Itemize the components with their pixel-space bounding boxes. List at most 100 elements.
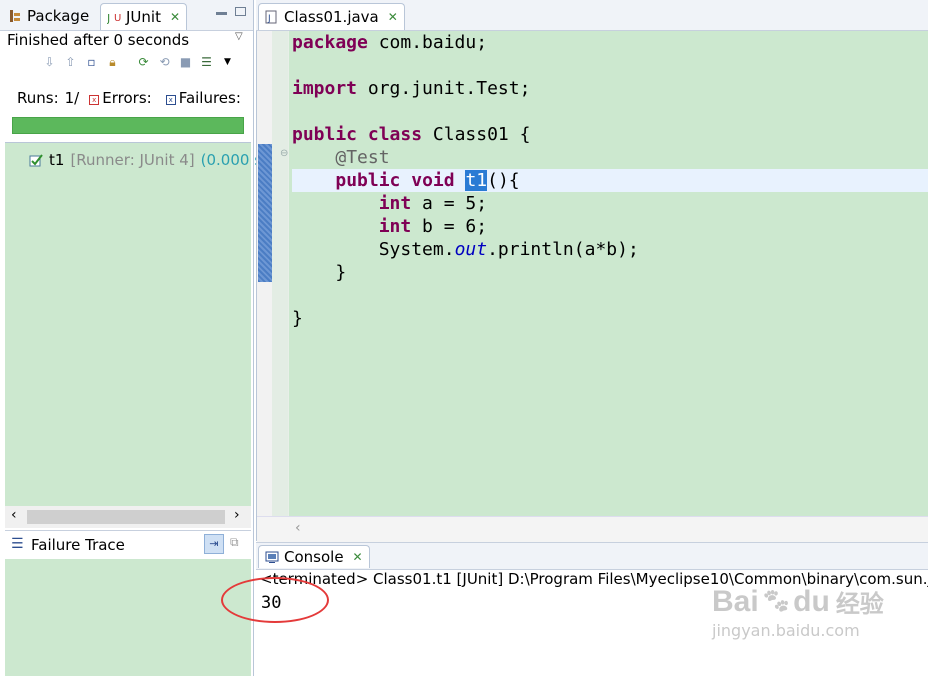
editor-tab-bar: J Class01.java ✕ <box>256 0 928 31</box>
failure-trace-header: ☰ Failure Trace ⇥ ⧉ <box>5 530 251 560</box>
code-line: int b = 6; <box>292 215 928 238</box>
console-tab-label: Console <box>284 548 344 566</box>
test-runner: [Runner: JUnit 4] <box>70 151 195 169</box>
close-icon[interactable]: ✕ <box>388 10 398 24</box>
runs-value: 1/ <box>64 89 80 107</box>
close-icon[interactable]: ✕ <box>353 550 363 564</box>
code-line: import org.junit.Test; <box>292 77 928 100</box>
keyword: void <box>411 170 455 191</box>
package-explorer-icon <box>8 9 22 23</box>
failure-trace-body <box>5 559 251 676</box>
horizontal-scrollbar[interactable]: ‹ › <box>5 506 251 528</box>
run-counters: Runs: 1/ x Errors: x Failures: <box>17 89 241 107</box>
selected-method-name: t1 <box>465 170 488 191</box>
code-text-segment: (){ <box>487 170 520 191</box>
rerun-test-icon[interactable]: ⟳ <box>136 55 151 70</box>
watermark-url: jingyan.baidu.com <box>712 621 860 640</box>
test-name: t1 <box>49 151 65 169</box>
baidu-jingyan-watermark: Bai 🐾︎ du 经验 jingyan.baidu.com <box>712 584 884 641</box>
code-text-segment: .println(a*b); <box>487 239 639 260</box>
test-tree-item[interactable]: t1 [Runner: JUnit 4] (0.000 s) <box>29 151 268 169</box>
keyword: public <box>335 170 401 191</box>
scroll-left-icon[interactable]: ‹ <box>11 507 17 523</box>
console-tab-bar: Console ✕ <box>256 542 928 570</box>
stop-icon[interactable]: ■ <box>178 55 193 70</box>
show-failures-only-icon[interactable]: ▫ <box>84 55 99 70</box>
code-text-segment: System. <box>378 239 455 260</box>
code-text-segment: org.junit.Test; <box>357 78 531 99</box>
code-text-segment: } <box>335 262 347 283</box>
code-text-segment: b = 6; <box>411 216 488 237</box>
code-line: public class Class01 { <box>292 123 928 146</box>
code-line: int a = 5; <box>292 192 928 215</box>
highlight-circle-annotation <box>221 577 329 623</box>
test-tree: t1 [Runner: JUnit 4] (0.000 s) <box>5 142 268 507</box>
code-text[interactable]: package com.baidu; import org.junit.Test… <box>292 31 928 330</box>
left-tab-bar: Package JU JUnit ✕ <box>0 0 253 31</box>
watermark-brand-2: du <box>793 584 830 618</box>
errors-label: Errors: <box>102 89 152 107</box>
scroll-right-icon[interactable]: › <box>234 507 240 523</box>
paw-icon: 🐾︎ <box>760 588 792 615</box>
test-passed-icon <box>29 153 43 167</box>
tab-junit-label: JUnit <box>126 8 161 26</box>
tab-junit[interactable]: JU JUnit ✕ <box>100 3 188 30</box>
fold-collapse-icon[interactable]: ⊖ <box>280 148 288 159</box>
error-icon: x <box>89 95 100 105</box>
current-code-line: public void t1(){ <box>292 169 928 192</box>
code-text-segment: } <box>292 308 303 329</box>
minimize-icon[interactable] <box>216 12 227 15</box>
code-editor[interactable]: ⊖ package com.baidu; import org.junit.Te… <box>256 31 928 542</box>
keyword: class <box>367 124 423 145</box>
keyword: int <box>378 216 412 237</box>
junit-view: Package JU JUnit ✕ Finished after 0 seco… <box>0 0 268 676</box>
tab-package[interactable]: Package <box>2 3 95 29</box>
keyword: import <box>292 78 358 99</box>
keyword: package <box>292 32 368 53</box>
junit-status: Finished after 0 seconds <box>7 31 190 49</box>
close-icon[interactable]: ✕ <box>170 10 180 24</box>
failure-trace-icon: ☰ <box>11 536 24 552</box>
tab-class01-java[interactable]: J Class01.java ✕ <box>258 3 405 30</box>
failures-counter: x Failures: <box>165 89 241 107</box>
chevron-down-icon[interactable]: ▼ <box>220 55 235 70</box>
tab-console[interactable]: Console ✕ <box>258 545 370 568</box>
scroll-left-icon[interactable]: ‹ <box>295 520 301 536</box>
console-icon <box>265 550 279 564</box>
test-progress-bar <box>12 117 244 134</box>
static-field: out <box>454 239 488 260</box>
code-line: package com.baidu; <box>292 31 928 54</box>
editor-horizontal-scrollbar[interactable]: ‹ <box>257 516 928 542</box>
failure-icon: x <box>165 95 176 105</box>
editor-tab-label: Class01.java <box>284 8 379 26</box>
code-text-segment: Class01 { <box>422 124 531 145</box>
code-line: System.out.println(a*b); <box>292 238 928 261</box>
code-line: } <box>292 307 928 330</box>
scrollbar-thumb[interactable] <box>27 510 225 524</box>
test-run-history-icon[interactable]: ☰ <box>199 55 214 70</box>
code-text-segment: com.baidu; <box>367 32 488 53</box>
runs-label: Runs: <box>17 89 59 107</box>
previous-failure-icon[interactable]: ⇧ <box>63 55 78 70</box>
next-failure-icon[interactable]: ⇩ <box>42 55 57 70</box>
maximize-icon[interactable] <box>235 7 246 16</box>
compare-results-icon[interactable]: ⧉ <box>230 535 239 550</box>
code-text-segment: a = 5; <box>411 193 488 214</box>
code-line: @Test <box>292 146 928 169</box>
errors-counter: x Errors: <box>89 89 152 107</box>
junit-icon: JU <box>106 10 121 25</box>
view-menu-icon[interactable]: ▽ <box>235 31 243 42</box>
failures-label: Failures: <box>178 89 241 107</box>
keyword: public <box>292 124 358 145</box>
junit-toolbar: ⇩ ⇧ ▫ 🔒︎ ⟳ ⟲ ■ ☰ ▼ <box>42 55 235 70</box>
folding-ruler <box>272 31 289 516</box>
watermark-brand: Bai <box>712 584 759 618</box>
filter-stack-trace-icon[interactable]: ⇥ <box>204 534 224 554</box>
scroll-lock-icon[interactable]: 🔒︎ <box>105 55 120 70</box>
rerun-failed-first-icon[interactable]: ⟲ <box>157 55 172 70</box>
watermark-cn: 经验 <box>835 591 884 618</box>
svg-text:J: J <box>107 12 110 24</box>
